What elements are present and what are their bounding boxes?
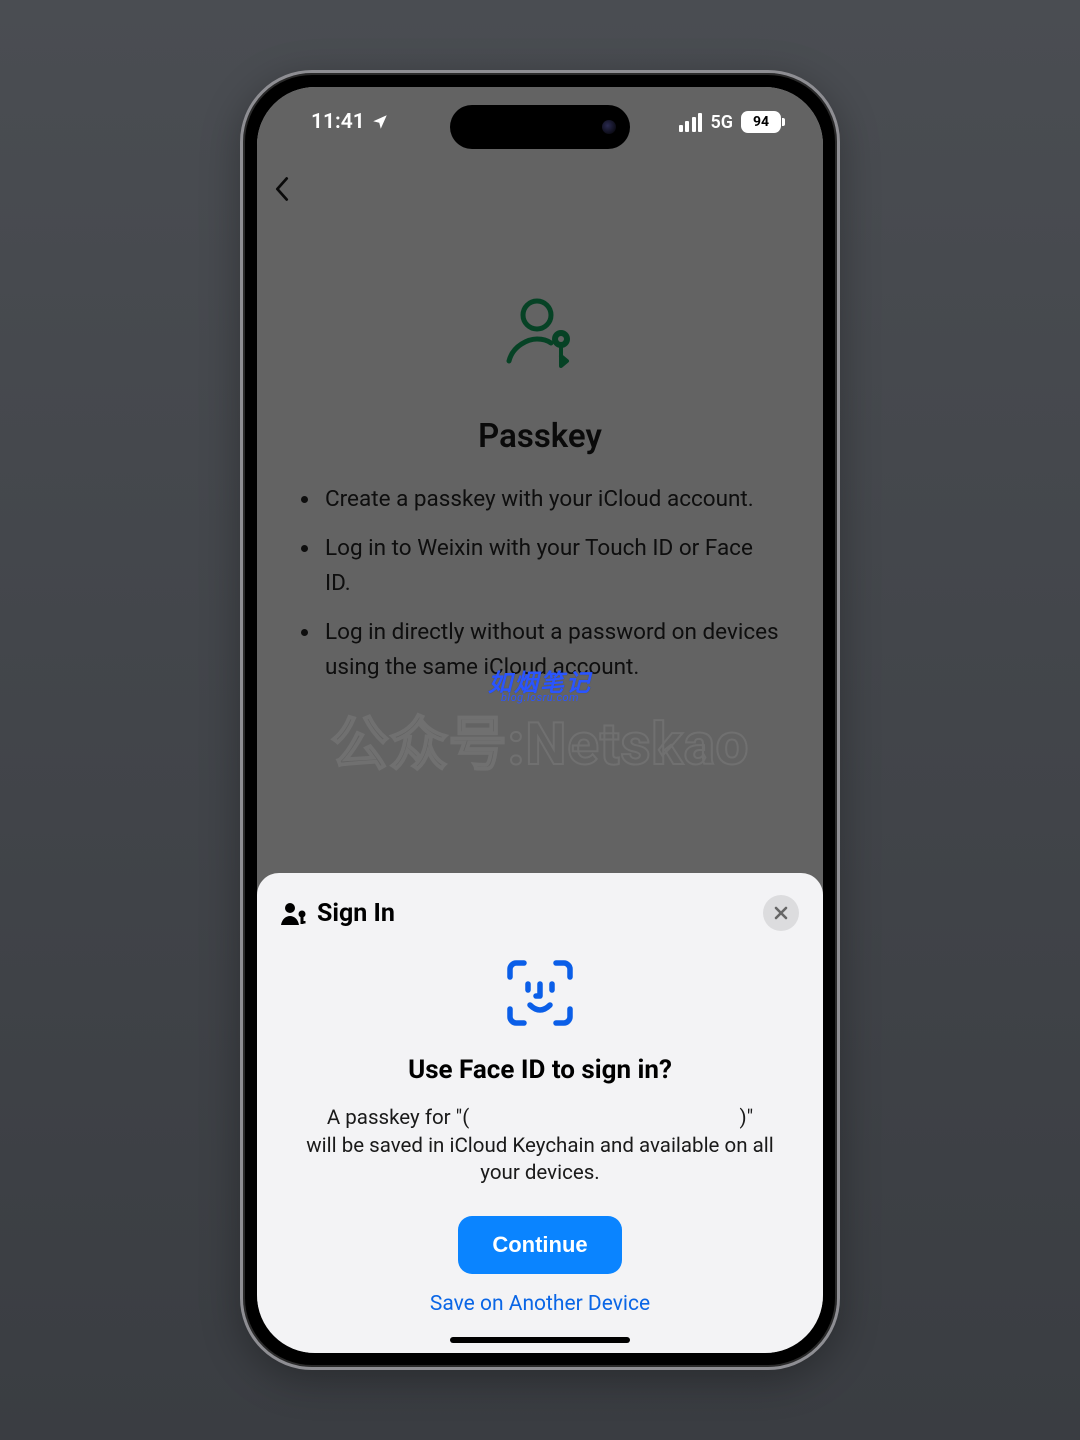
location-icon (371, 113, 389, 131)
home-indicator[interactable] (450, 1337, 630, 1343)
iphone-frame: 11:41 5G 94 (240, 70, 840, 1370)
side-button-volume-down (240, 453, 243, 533)
side-button-power (837, 393, 840, 513)
save-on-another-device-link[interactable]: Save on Another Device (281, 1292, 799, 1316)
status-network: 5G (710, 112, 733, 133)
continue-button[interactable]: Continue (458, 1216, 621, 1274)
side-button-mute (240, 283, 243, 323)
dynamic-island (450, 105, 630, 149)
faceid-icon (504, 957, 576, 1029)
cellular-signal-icon (679, 113, 703, 132)
signin-sheet: Sign In Use Face ID to sign in? A passke… (257, 873, 823, 1353)
close-icon (773, 905, 789, 921)
person-key-icon (281, 901, 309, 925)
status-time: 11:41 (311, 110, 365, 134)
side-button-volume-up (240, 353, 243, 433)
sheet-heading: Use Face ID to sign in? (281, 1055, 799, 1085)
sheet-title: Sign In (317, 899, 395, 928)
screen: 11:41 5G 94 (257, 87, 823, 1353)
battery-icon: 94 (741, 111, 781, 133)
close-button[interactable] (763, 895, 799, 931)
sheet-body: A passkey for "( )" will be saved in iCl… (281, 1105, 799, 1188)
